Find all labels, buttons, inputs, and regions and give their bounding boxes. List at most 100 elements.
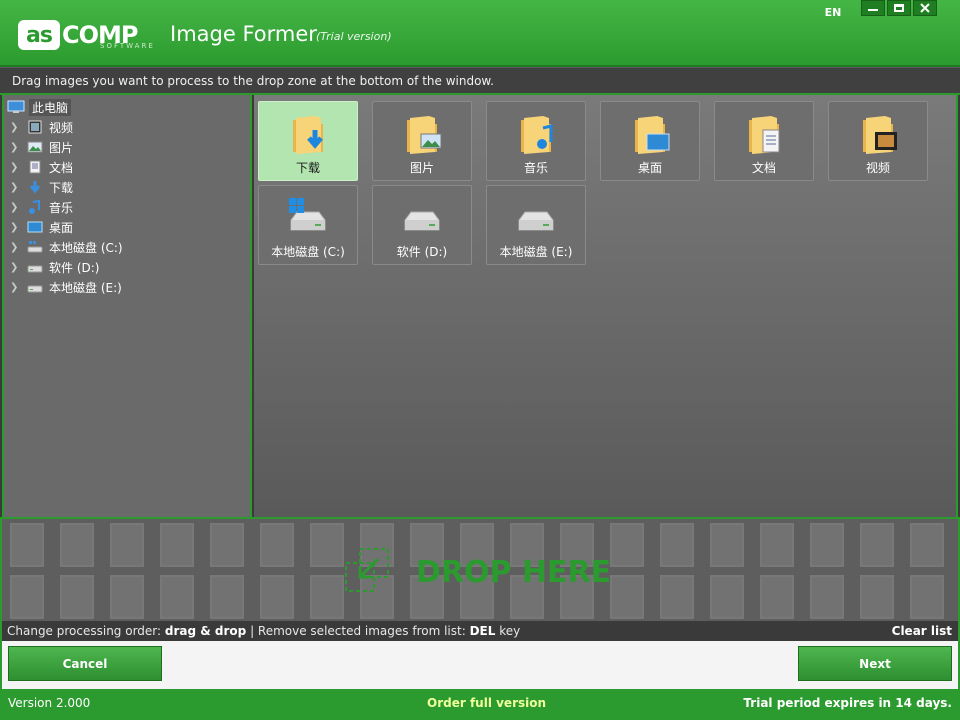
drop-zone[interactable]: DROP HERE <box>0 517 960 621</box>
tree-item[interactable]: ❯ 图片 <box>4 137 250 157</box>
folder-tile-label: 音乐 <box>523 161 548 175</box>
drop-zone-thumbnail <box>910 575 944 619</box>
folder-tile-label: 软件 (D:) <box>396 245 448 259</box>
tree-item-label: 本地磁盘 (E:) <box>49 280 122 295</box>
folder-tree[interactable]: 此电脑 ❯ 视频 ❯ 图片 ❯ 文档 ❯ 下载 ❯ 音乐 ❯ 桌面 ❯ 本地磁盘 (C:) ❯ 软件 (D:)… <box>2 95 252 517</box>
chevron-right-icon[interactable]: ❯ <box>10 202 26 213</box>
computer-icon <box>7 100 25 113</box>
music-icon <box>29 200 40 214</box>
drop-zone-thumbnail <box>610 575 644 619</box>
chevron-right-icon[interactable]: ❯ <box>10 182 26 193</box>
maximize-button[interactable] <box>887 0 911 16</box>
hint-bar: Change processing order: drag & drop | R… <box>0 621 960 641</box>
logo-subtitle: SOFTWARE <box>100 42 155 50</box>
tree-item[interactable]: ❯ 软件 (D:) <box>4 257 250 277</box>
folder-tile[interactable]: 下载 <box>258 101 358 181</box>
close-icon <box>920 3 930 13</box>
drop-zone-thumbnail <box>660 523 694 567</box>
version-label: Version 2.000 <box>8 696 91 710</box>
folder-tile-label: 本地磁盘 (E:) <box>499 245 573 259</box>
chevron-right-icon[interactable]: ❯ <box>10 162 26 173</box>
chevron-right-icon[interactable]: ❯ <box>10 142 26 153</box>
logo-box: as <box>18 20 60 50</box>
drive-c-icon <box>27 241 43 253</box>
folder-tile-label: 视频 <box>865 161 890 175</box>
tree-item[interactable]: ❯ 桌面 <box>4 217 250 237</box>
drive-icon <box>27 265 43 273</box>
folder-tile[interactable]: 文档 <box>714 101 814 181</box>
video-icon <box>28 120 42 134</box>
minimize-button[interactable] <box>861 0 885 16</box>
folder-tile[interactable]: 视频 <box>828 101 928 181</box>
tree-item[interactable]: ❯ 下载 <box>4 177 250 197</box>
folder-tile-label: 图片 <box>409 161 434 175</box>
maximize-icon <box>894 4 904 12</box>
tree-root-this-pc[interactable]: 此电脑 <box>4 97 250 117</box>
pictures-icon <box>27 141 43 153</box>
drop-zone-thumbnail <box>660 575 694 619</box>
drop-zone-thumbnail <box>810 523 844 567</box>
drop-zone-thumbnail <box>10 523 44 567</box>
desktop-folder-icon <box>635 116 670 154</box>
order-full-version-link[interactable]: Order full version <box>427 689 546 718</box>
clear-list-link[interactable]: Clear list <box>892 621 952 641</box>
folder-tile[interactable]: 音乐 <box>486 101 586 181</box>
language-button[interactable]: EN <box>820 3 846 21</box>
documents-folder-icon <box>749 116 780 154</box>
folder-tile-label: 下载 <box>295 161 320 175</box>
tree-item-label: 软件 (D:) <box>49 260 100 275</box>
folder-tile[interactable]: 桌面 <box>600 101 700 181</box>
drive-c-icon <box>289 198 326 231</box>
folder-tile[interactable]: 软件 (D:) <box>372 185 472 265</box>
tree-item-label: 音乐 <box>49 200 74 215</box>
minimize-icon <box>868 5 878 11</box>
hint-text-5: key <box>495 624 521 638</box>
tree-item[interactable]: ❯ 音乐 <box>4 197 250 217</box>
tree-item-label: 文档 <box>49 160 74 175</box>
drop-icon <box>345 548 389 592</box>
next-button[interactable]: Next <box>798 646 952 681</box>
drop-zone-thumbnail <box>310 575 344 619</box>
chevron-right-icon[interactable]: ❯ <box>10 122 26 133</box>
tree-item-label: 本地磁盘 (C:) <box>49 240 123 255</box>
folder-tile[interactable]: 本地磁盘 (C:) <box>258 185 358 265</box>
status-bar: Version 2.000 Order full version Trial p… <box>0 689 960 720</box>
app-edition: (Trial version) <box>316 30 392 43</box>
chevron-right-icon[interactable]: ❯ <box>10 222 26 233</box>
drop-zone-thumbnail <box>210 575 244 619</box>
drop-zone-thumbnail <box>260 523 294 567</box>
music-folder-icon <box>521 116 553 154</box>
folder-tile[interactable]: 本地磁盘 (E:) <box>486 185 586 265</box>
tree-item[interactable]: ❯ 本地磁盘 (E:) <box>4 277 250 297</box>
download-folder-icon <box>293 116 323 154</box>
close-button[interactable] <box>913 0 937 16</box>
folder-tile[interactable]: 图片 <box>372 101 472 181</box>
drop-zone-thumbnail <box>110 575 144 619</box>
tree-item-label: 图片 <box>49 140 74 155</box>
chevron-right-icon[interactable]: ❯ <box>10 242 26 253</box>
cancel-button[interactable]: Cancel <box>8 646 162 681</box>
drop-zone-thumbnail <box>760 575 794 619</box>
chevron-right-icon[interactable]: ❯ <box>10 262 26 273</box>
hint-text-4: DEL <box>469 624 496 638</box>
tree-item-label: 视频 <box>49 120 74 135</box>
folder-tile-label: 桌面 <box>637 161 662 175</box>
tree-item[interactable]: ❯ 本地磁盘 (C:) <box>4 237 250 257</box>
tree-item[interactable]: ❯ 视频 <box>4 117 250 137</box>
tree-item[interactable]: ❯ 文档 <box>4 157 250 177</box>
drop-zone-thumbnail <box>710 523 744 567</box>
drop-zone-thumbnail <box>60 523 94 567</box>
drive-icon <box>404 211 440 231</box>
trial-expiry-label: Trial period expires in 14 days. <box>743 696 952 710</box>
chevron-right-icon[interactable]: ❯ <box>10 282 26 293</box>
folder-tile-label: 文档 <box>751 161 776 175</box>
hint-text-1: Change processing order: <box>7 624 165 638</box>
drop-zone-thumbnail <box>310 523 344 567</box>
folder-tile-label: 本地磁盘 (C:) <box>271 245 345 259</box>
drop-zone-thumbnail <box>10 575 44 619</box>
drop-zone-thumbnail <box>910 523 944 567</box>
tree-root-label: 此电脑 <box>29 98 72 116</box>
drop-here-label: DROP HERE <box>416 555 612 590</box>
drop-zone-thumbnail <box>160 523 194 567</box>
documents-icon <box>29 160 41 174</box>
